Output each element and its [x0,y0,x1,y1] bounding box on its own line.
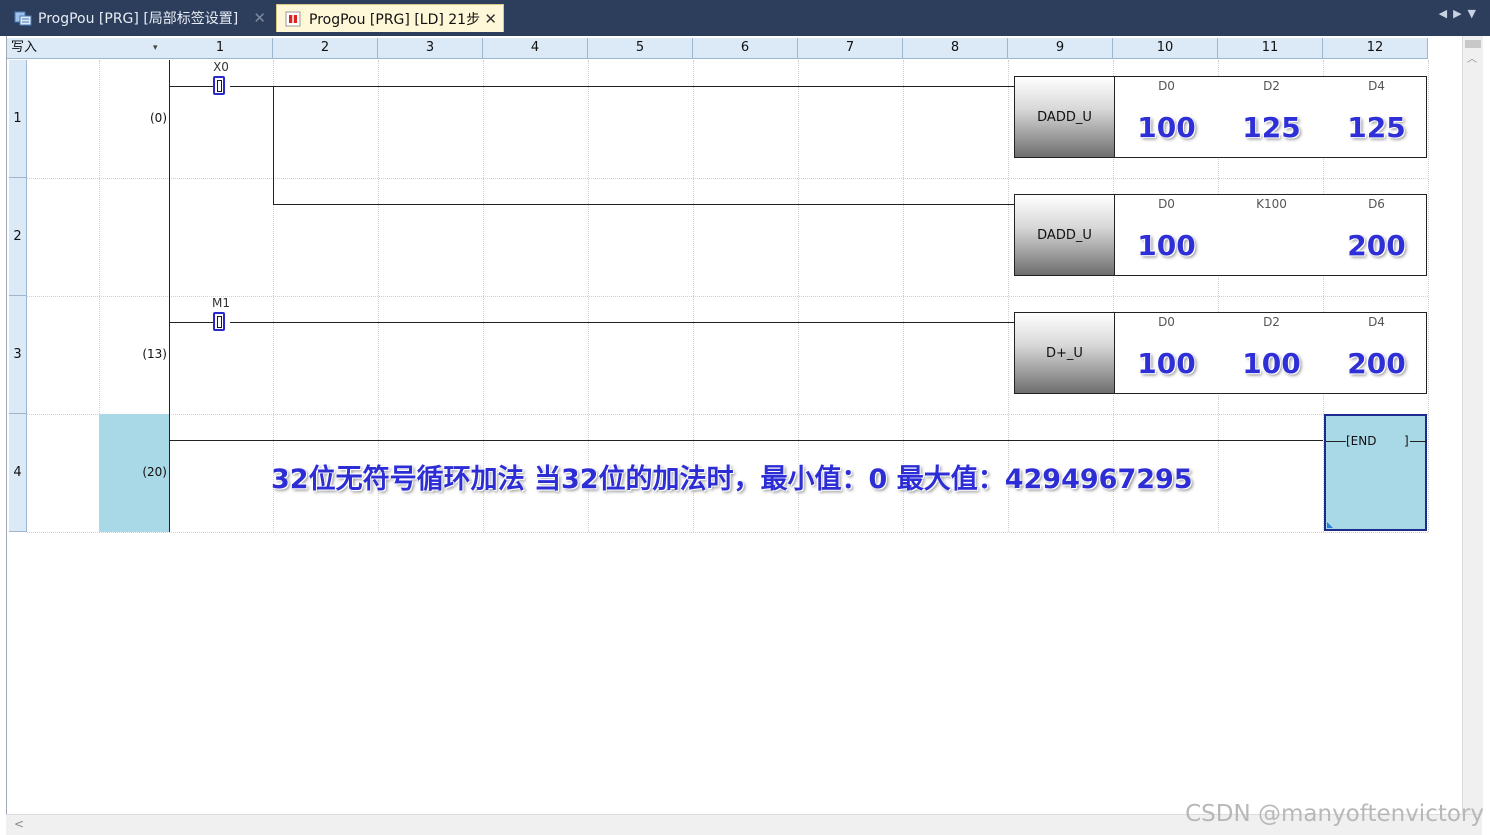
operand-s1: D0 100 [1114,195,1219,275]
wire [230,322,1014,323]
contact-x0[interactable] [212,76,228,96]
wire [169,322,214,323]
branch-wire [273,86,274,204]
contact-m1[interactable] [212,312,228,332]
row-header-3[interactable]: 3 [9,296,27,414]
instruction-block-dadd-u-2[interactable]: DADD_U D0 100 K100 D6 200 [1014,194,1427,276]
column-header-3[interactable]: 3 [378,38,483,58]
wire [169,440,1323,441]
grid-line [27,414,1428,415]
close-icon[interactable]: ✕ [253,9,266,27]
instruction-name: DADD_U [1015,195,1115,275]
device-label-x0: X0 [213,60,229,74]
instruction-name: D+_U [1015,313,1115,393]
watermark: CSDN @manyoftenvictory [1185,801,1484,827]
tab-navigation: ◀▶▼ [1439,7,1482,20]
device-label-m1: M1 [212,296,230,310]
cursor-corner-icon [1327,522,1333,528]
monitor-value: 125 [1347,111,1406,144]
tab-ladder-program[interactable]: ProgPou [PRG] [LD] 21步 ✕ [276,4,504,32]
document-tab-bar: ProgPou [PRG] [局部标签设置] ✕ ProgPou [PRG] [… [0,0,1490,36]
column-header-6[interactable]: 6 [693,38,798,58]
monitor-value: 100 [1137,111,1196,144]
row-header-4[interactable]: 4 [9,414,27,532]
tab-local-label-settings[interactable]: ProgPou [PRG] [局部标签设置] ✕ [6,4,272,32]
column-header: 写入 ▾ 1 2 3 4 5 6 7 8 9 10 11 12 [7,38,1428,59]
chevron-down-icon[interactable]: ▼ [1468,7,1482,20]
column-header-4[interactable]: 4 [483,38,588,58]
grid-line [27,532,1428,533]
chevron-up-icon[interactable]: ︿ [1467,50,1477,65]
operand-d: D4 200 [1324,313,1429,393]
column-header-1[interactable]: 1 [168,38,273,58]
close-icon[interactable]: ✕ [484,10,497,28]
column-header-9[interactable]: 9 [1008,38,1113,58]
wire [1410,441,1427,442]
column-header-10[interactable]: 10 [1113,38,1218,58]
monitor-value: 200 [1347,347,1406,380]
end-bracket: ] [1404,434,1409,448]
instruction-name: DADD_U [1015,77,1115,157]
operand-d: D6 200 [1324,195,1429,275]
label-table-icon [14,10,32,26]
wire [1326,441,1346,442]
chevron-right-icon[interactable]: ▶ [1453,7,1467,20]
end-instruction-label: [END [1346,434,1377,448]
monitor-value: 125 [1242,111,1301,144]
monitor-value: 100 [1137,347,1196,380]
operand-d: D4 125 [1324,77,1429,157]
operand-s1: D0 100 [1114,77,1219,157]
chevron-left-icon[interactable]: ◀ [1439,7,1453,20]
operand-s2: D2 125 [1219,77,1324,157]
monitor-value: 200 [1347,229,1406,262]
wire [273,204,1014,205]
column-header-7[interactable]: 7 [798,38,903,58]
end-instruction-cell[interactable]: [END ] [1324,414,1427,531]
tab-label: ProgPou [PRG] [LD] 21步 [309,11,481,28]
mode-label: 写入 [11,40,38,55]
chevron-left-icon[interactable]: < [14,817,24,831]
step-number: (20) [142,465,167,479]
chevron-down-icon[interactable]: ▾ [153,38,158,58]
vertical-scrollbar[interactable]: ︿ [1462,36,1483,814]
tab-label: ProgPou [PRG] [局部标签设置] [38,11,239,27]
row-header-2[interactable]: 2 [9,178,27,296]
ladder-editor[interactable]: 写入 ▾ 1 2 3 4 5 6 7 8 9 10 11 12 1 2 3 4 … [6,36,1463,814]
annotation-text: 32位无符号循环加法 当32位的加法时，最小值：0 最大值：4294967295 [271,464,1193,495]
step-number: (13) [142,347,167,361]
left-power-rail [169,60,170,532]
scroll-thumb[interactable] [1465,40,1481,48]
column-header-12[interactable]: 12 [1323,38,1428,58]
step-number: (0) [150,111,167,125]
column-header-5[interactable]: 5 [588,38,693,58]
column-header-11[interactable]: 11 [1218,38,1323,58]
column-header-8[interactable]: 8 [903,38,1008,58]
operand-s2: D2 100 [1219,313,1324,393]
wire [230,86,1014,87]
grid-line [27,178,1428,179]
wire [169,86,214,87]
column-header-2[interactable]: 2 [273,38,378,58]
monitor-value: 100 [1242,347,1301,380]
monitor-value: 100 [1137,229,1196,262]
row-header-1[interactable]: 1 [9,60,27,178]
operand-s1: D0 100 [1114,313,1219,393]
operand-s2: K100 [1256,197,1287,211]
instruction-block-dadd-u[interactable]: DADD_U D0 100 D2 125 D4 125 [1014,76,1427,158]
ladder-icon [285,11,303,27]
instruction-block-d-plus-u[interactable]: D+_U D0 100 D2 100 D4 200 [1014,312,1427,394]
